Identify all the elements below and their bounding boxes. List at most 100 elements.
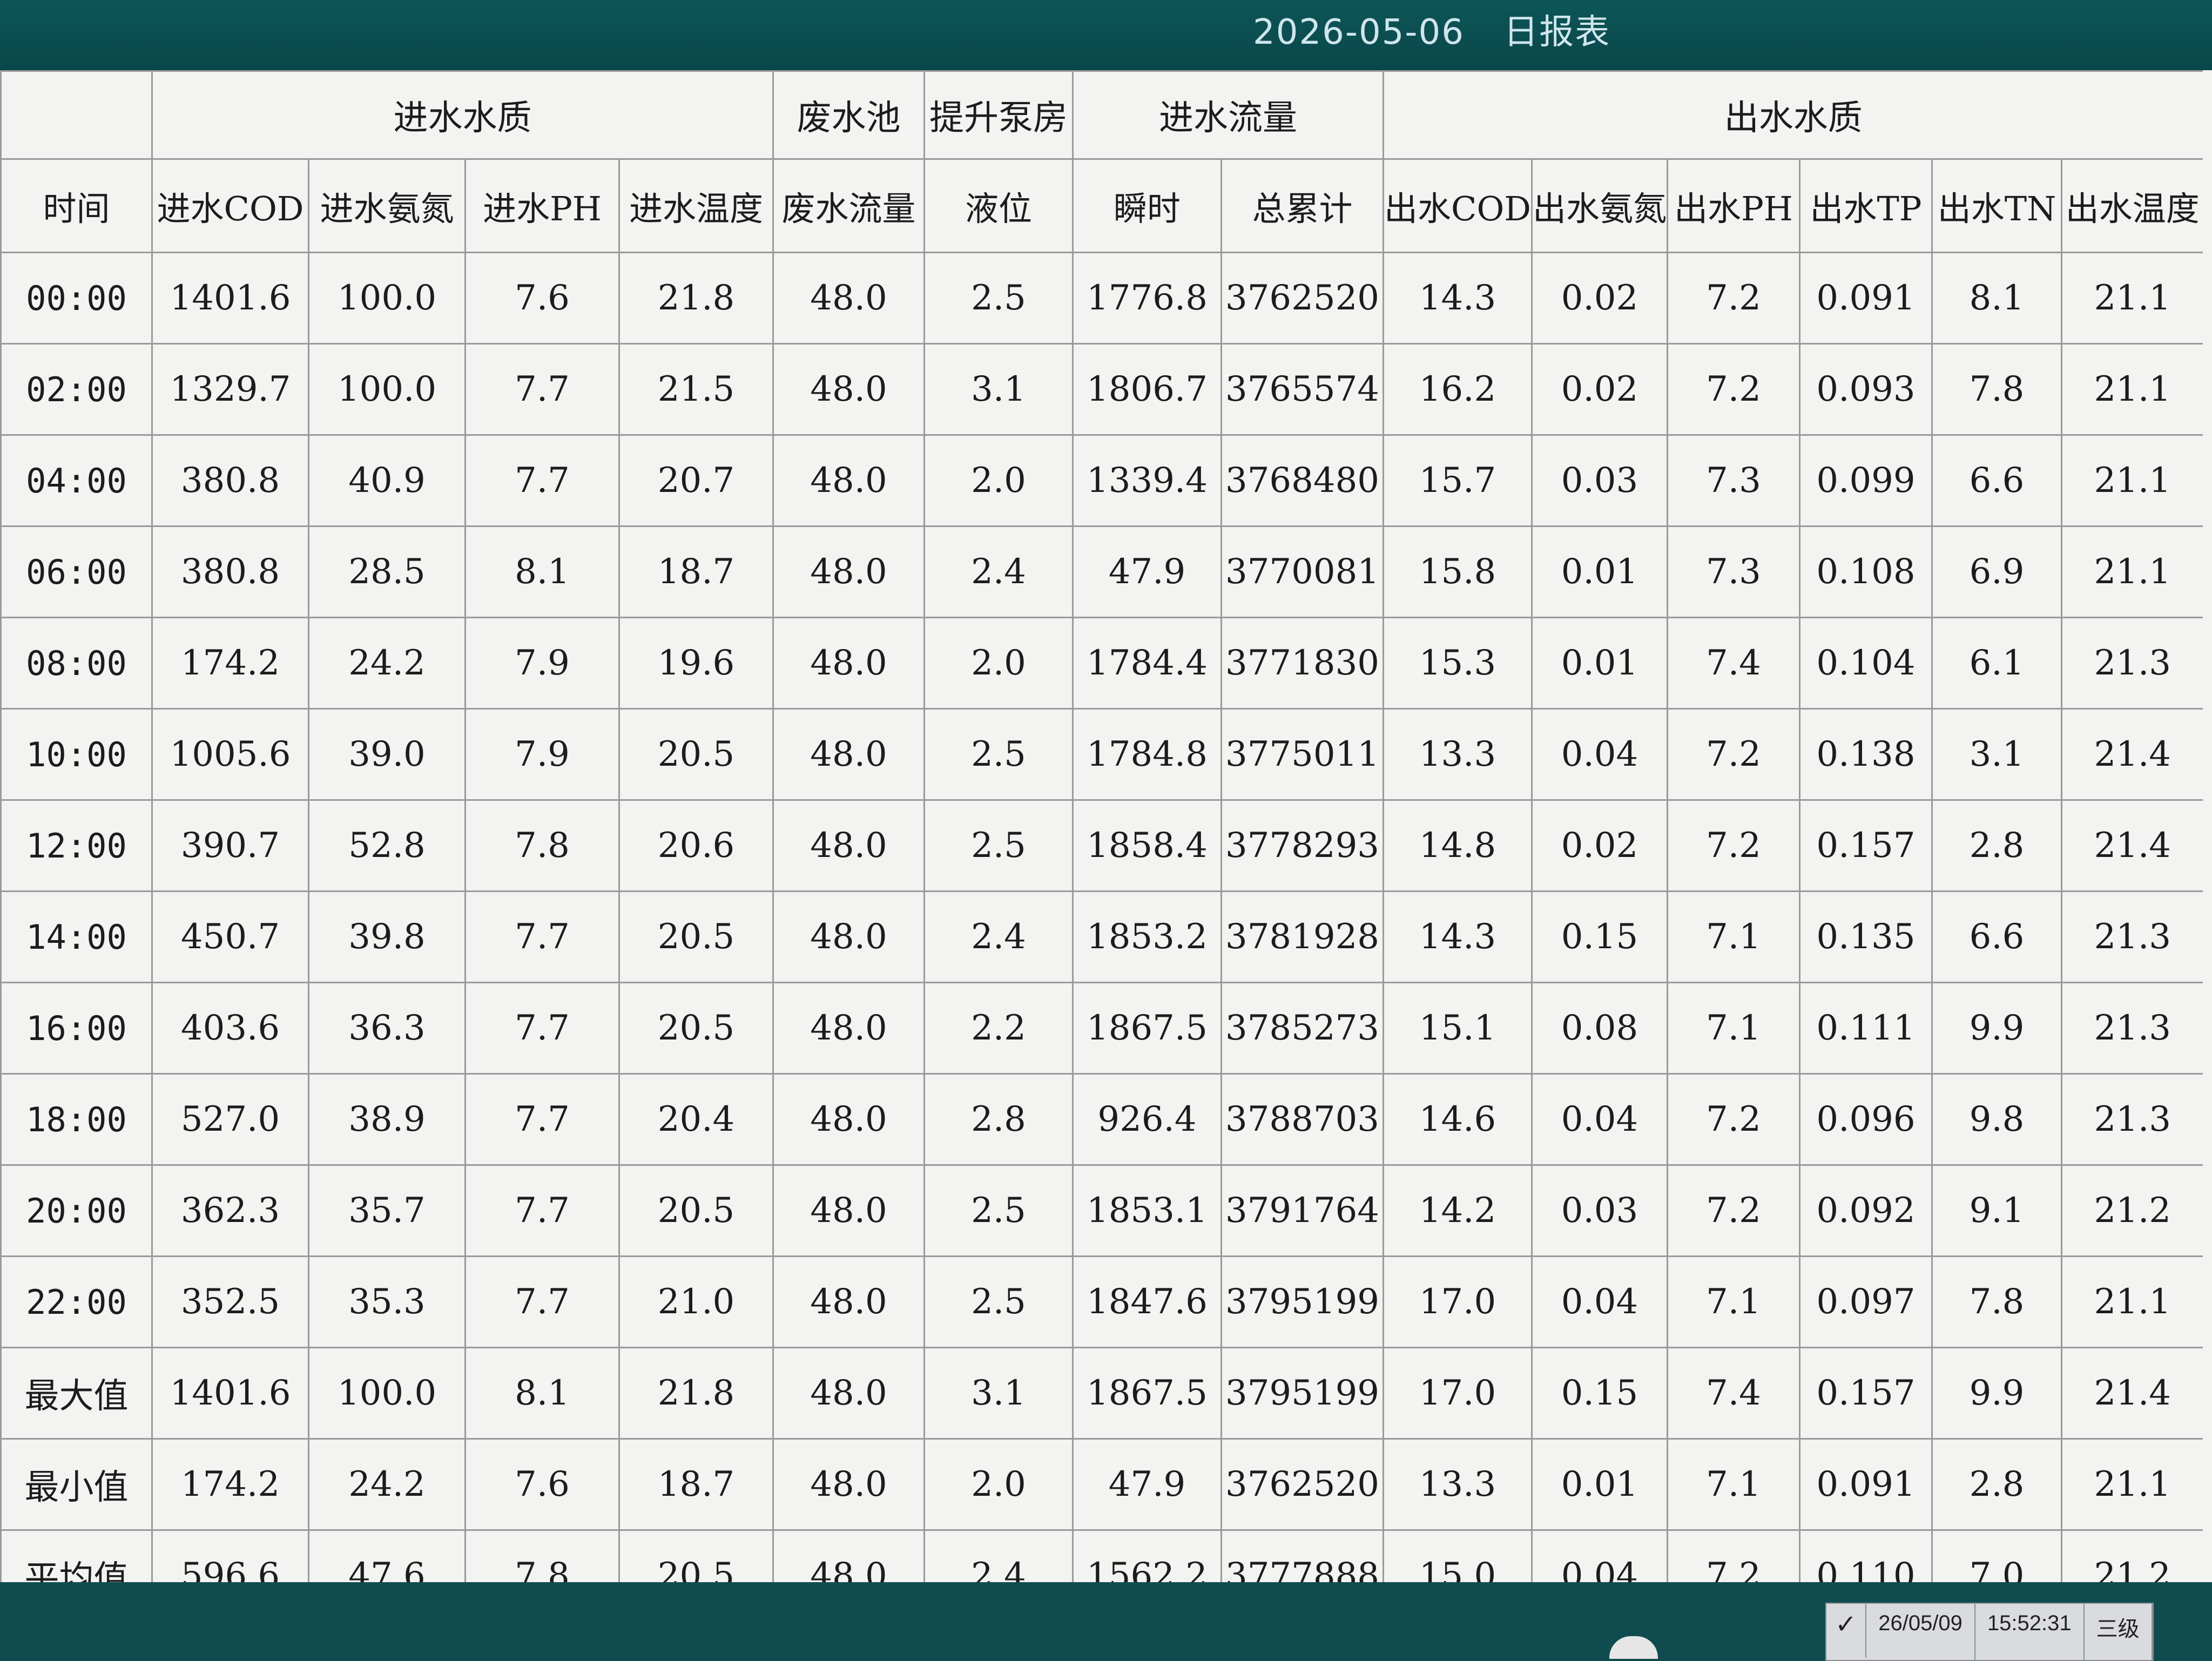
system-tray: ✓ 26/05/09 15:52:31 三级 [1825,1603,2154,1661]
row-label-cell: 最大值 [0,1347,153,1440]
table-cell: 450.7 [151,890,309,983]
report-date: 2026-05-06 [1253,12,1465,52]
table-cell: 0.03 [1530,434,1669,527]
table-cell: 35.3 [308,1255,466,1348]
table-cell: 3791764 [1220,1164,1384,1257]
table-cell: 2.8 [1931,799,2062,892]
table-cell: 38.9 [308,1073,466,1166]
table-cell: 0.099 [1799,434,1933,527]
table-cell: 3.1 [923,343,1074,436]
table-cell: 21.3 [2061,890,2203,983]
title-bar: 2026-05-06 日报表 [0,0,2212,70]
table-cell: 3768480 [1220,434,1384,527]
table-row: 04:00 380.8 40.9 7.7 20.7 48.0 2.0 1339.4 376848… [0,434,2203,527]
table-cell: 1784.4 [1072,617,1222,710]
table-cell: 48.0 [772,1438,925,1531]
table-cell: 3795199 [1220,1255,1384,1348]
table-cell: 36.3 [308,982,466,1075]
table-cell: 2.8 [1931,1438,2062,1531]
table-cell: 0.092 [1799,1164,1933,1257]
table-cell: 8.1 [464,1347,620,1440]
table-cell: 0.03 [1530,1164,1669,1257]
table-cell: 3.1 [923,1347,1074,1440]
table-row: 10:00 1005.6 39.0 7.9 20.5 48.0 2.5 1784.8 37750… [0,708,2203,801]
table-cell: 6.6 [1931,890,2062,983]
table-cell: 7.1 [1667,890,1800,983]
table-cell: 21.3 [2061,982,2203,1075]
table-cell: 2.8 [923,1073,1074,1166]
table-cell: 0.157 [1799,799,1933,892]
column-header: 出水COD [1382,158,1533,253]
table-cell: 0.04 [1530,1073,1669,1166]
table-cell: 0.15 [1530,890,1669,983]
report-name: 日报表 [1503,12,1611,52]
table-cell: 17.0 [1382,1347,1533,1440]
table-cell: 47.9 [1072,525,1222,618]
column-header: 总累计 [1220,158,1384,253]
daily-report-table: 进水水质 废水池 提升泵房 进水流量 出水水质 时间 进水COD 进水氨氮 进水PH 进… [0,70,2203,1622]
table-cell: 6.1 [1931,617,2062,710]
table-cell: 0.02 [1530,252,1669,345]
table-cell: 2.5 [923,1164,1074,1257]
table-row: 14:00 450.7 39.8 7.7 20.5 48.0 2.4 1853.2 378192… [0,890,2203,983]
table-cell: 35.7 [308,1164,466,1257]
table-cell: 0.111 [1799,982,1933,1075]
table-cell: 7.6 [464,1438,620,1531]
check-icon[interactable]: ✓ [1826,1604,1867,1658]
column-header: 进水温度 [618,158,774,253]
table-cell: 21.1 [2061,1438,2203,1531]
table-cell: 7.4 [1667,1347,1800,1440]
column-header: 出水温度 [2061,158,2203,253]
table-cell: 21.1 [2061,343,2203,436]
table-cell: 15.3 [1382,617,1533,710]
report-body: 00:00 1401.6 100.0 7.6 21.8 48.0 2.5 1776.8 3762… [0,252,2203,1622]
table-cell: 3765574 [1220,343,1384,436]
table-cell: 1847.6 [1072,1255,1222,1348]
table-cell: 20.5 [618,1164,774,1257]
row-label-cell: 20:00 [0,1164,153,1257]
table-cell: 390.7 [151,799,309,892]
table-cell: 0.01 [1530,525,1669,618]
table-cell: 7.1 [1667,1438,1800,1531]
table-cell: 7.2 [1667,1073,1800,1166]
table-cell: 926.4 [1072,1073,1222,1166]
table-cell: 6.6 [1931,434,2062,527]
table-cell: 9.1 [1931,1164,2062,1257]
table-row: 08:00 174.2 24.2 7.9 19.6 48.0 2.0 1784.4 377183… [0,617,2203,710]
row-label-cell: 14:00 [0,890,153,983]
table-cell: 0.04 [1530,708,1669,801]
table-cell: 380.8 [151,434,309,527]
table-cell: 0.096 [1799,1073,1933,1166]
table-cell: 3770081 [1220,525,1384,618]
table-cell: 48.0 [772,1073,925,1166]
table-cell: 0.135 [1799,890,1933,983]
table-cell: 14.3 [1382,252,1533,345]
table-cell: 0.02 [1530,799,1669,892]
group-inflow-flow: 进水流量 [1072,70,1384,160]
table-row: 18:00 527.0 38.9 7.7 20.4 48.0 2.8 926.4 3788703… [0,1073,2203,1166]
column-header: 废水流量 [772,158,925,253]
table-cell: 18.7 [618,1438,774,1531]
table-cell: 403.6 [151,982,309,1075]
table-cell: 0.138 [1799,708,1933,801]
table-cell: 20.5 [618,890,774,983]
table-cell: 2.5 [923,799,1074,892]
row-label-cell: 04:00 [0,434,153,527]
table-cell: 48.0 [772,890,925,983]
table-cell: 3.1 [1931,708,2062,801]
row-label-cell: 18:00 [0,1073,153,1166]
table-cell: 20.5 [618,982,774,1075]
table-cell: 100.0 [308,343,466,436]
row-label-cell: 06:00 [0,525,153,618]
table-cell: 0.01 [1530,1438,1669,1531]
table-cell: 7.6 [464,252,620,345]
table-cell: 1853.2 [1072,890,1222,983]
table-cell: 15.7 [1382,434,1533,527]
table-cell: 2.4 [923,525,1074,618]
table-cell: 20.6 [618,799,774,892]
row-label-cell: 02:00 [0,343,153,436]
table-cell: 380.8 [151,525,309,618]
table-cell: 13.3 [1382,708,1533,801]
table-cell: 24.2 [308,1438,466,1531]
table-cell: 7.2 [1667,708,1800,801]
